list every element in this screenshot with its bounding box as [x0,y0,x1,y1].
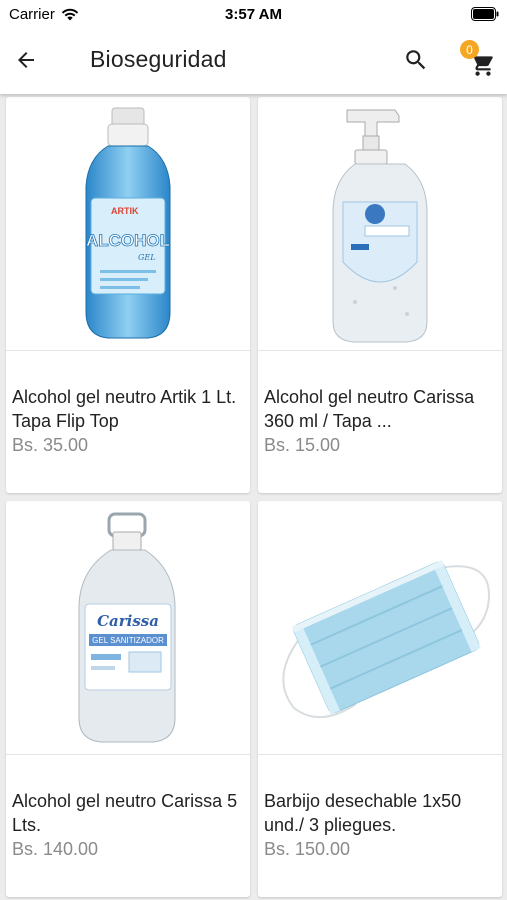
search-button[interactable] [398,42,434,78]
back-button[interactable] [8,42,44,78]
battery-icon [471,7,499,21]
product-card[interactable]: ARTIK ALCOHOL GEL Alcohol gel neutro Art… [6,97,250,493]
cart-count-badge: 0 [460,40,479,59]
artik-sub-text: GEL [138,253,156,262]
product-price: Bs. 15.00 [264,435,341,455]
product-card[interactable]: Alcohol gel neutro Carissa 360 ml / Tapa… [258,97,502,493]
carissa-5l-bottle-image: Carissa GEL SANITIZADOR [78,512,176,742]
product-name: Alcohol gel neutro Artik 1 Lt. Tapa Flip… [12,387,237,431]
product-card[interactable]: Barbijo desechable 1x50 und./ 3 pliegues… [258,501,502,897]
product-image: Carissa GEL SANITIZADOR [6,501,250,755]
carissa-label-text: GEL SANITIZADOR [92,636,164,645]
product-card[interactable]: Carissa GEL SANITIZADOR Alcohol gel neut… [6,501,250,897]
artik-alcohol-bottle-image: ARTIK ALCOHOL GEL [85,107,171,338]
cart-button[interactable]: 0 [456,38,502,82]
status-bar: Carrier 3:57 AM [0,0,507,30]
product-price: Bs. 140.00 [12,839,99,859]
product-image [258,97,502,351]
arrow-back-icon [18,52,34,68]
product-price: Bs. 150.00 [264,839,351,859]
product-image [258,501,502,755]
carissa-pump-bottle-image [332,109,428,342]
product-grid: ARTIK ALCOHOL GEL Alcohol gel neutro Art… [6,97,502,897]
artik-brand-text: ARTIK [111,206,139,216]
face-mask-image [282,559,490,718]
product-price: Bs. 35.00 [12,435,89,455]
carissa-brand-text: Carissa [97,612,159,630]
product-name: Alcohol gel neutro Carissa 360 ml / Tapa… [264,387,475,431]
page-title: Bioseguridad [90,46,227,72]
status-time: 3:57 AM [225,6,282,23]
product-name: Alcohol gel neutro Carissa 5 Lts. [12,791,238,835]
artik-label-text: ALCOHOL [86,231,170,250]
product-image: ARTIK ALCOHOL GEL [6,97,250,351]
search-icon [406,50,426,70]
product-name: Barbijo desechable 1x50 und./ 3 pliegues… [264,791,462,835]
app-bar: Bioseguridad 0 [0,30,507,94]
